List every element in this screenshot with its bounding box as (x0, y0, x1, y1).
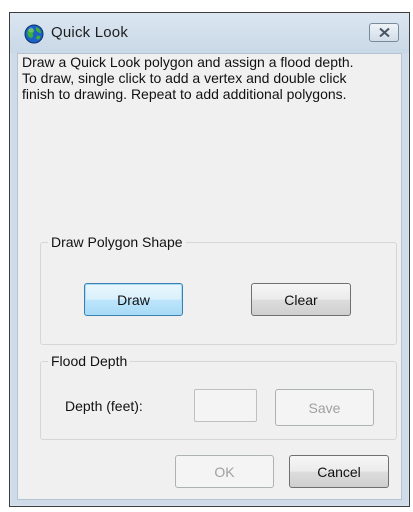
globe-icon (24, 24, 44, 44)
close-button[interactable] (369, 23, 399, 42)
title-bar[interactable]: Quick Look (10, 13, 409, 53)
depth-label: Depth (feet): (65, 398, 143, 414)
cancel-button[interactable]: Cancel (289, 455, 389, 488)
depth-input[interactable] (194, 389, 257, 422)
flood-depth-group-label: Flood Depth (48, 353, 131, 369)
save-button[interactable]: Save (275, 389, 374, 426)
draw-polygon-group-label: Draw Polygon Shape (48, 234, 186, 250)
clear-button[interactable]: Clear (251, 283, 351, 316)
ok-button[interactable]: OK (175, 455, 274, 488)
instructions-text: Draw a Quick Look polygon and assign a f… (22, 54, 354, 102)
draw-button[interactable]: Draw (84, 283, 183, 316)
window-title: Quick Look (51, 24, 129, 41)
